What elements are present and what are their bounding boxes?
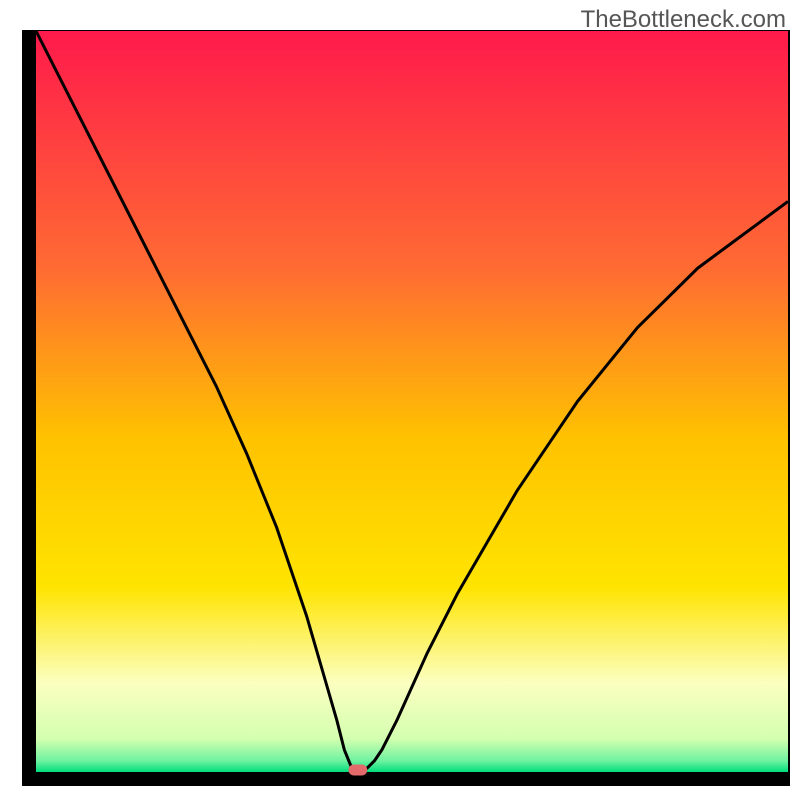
watermark-text: TheBottleneck.com bbox=[581, 6, 786, 34]
bottleneck-chart bbox=[0, 0, 800, 800]
chart-container: TheBottleneck.com bbox=[0, 0, 800, 800]
optimal-marker bbox=[348, 764, 367, 775]
